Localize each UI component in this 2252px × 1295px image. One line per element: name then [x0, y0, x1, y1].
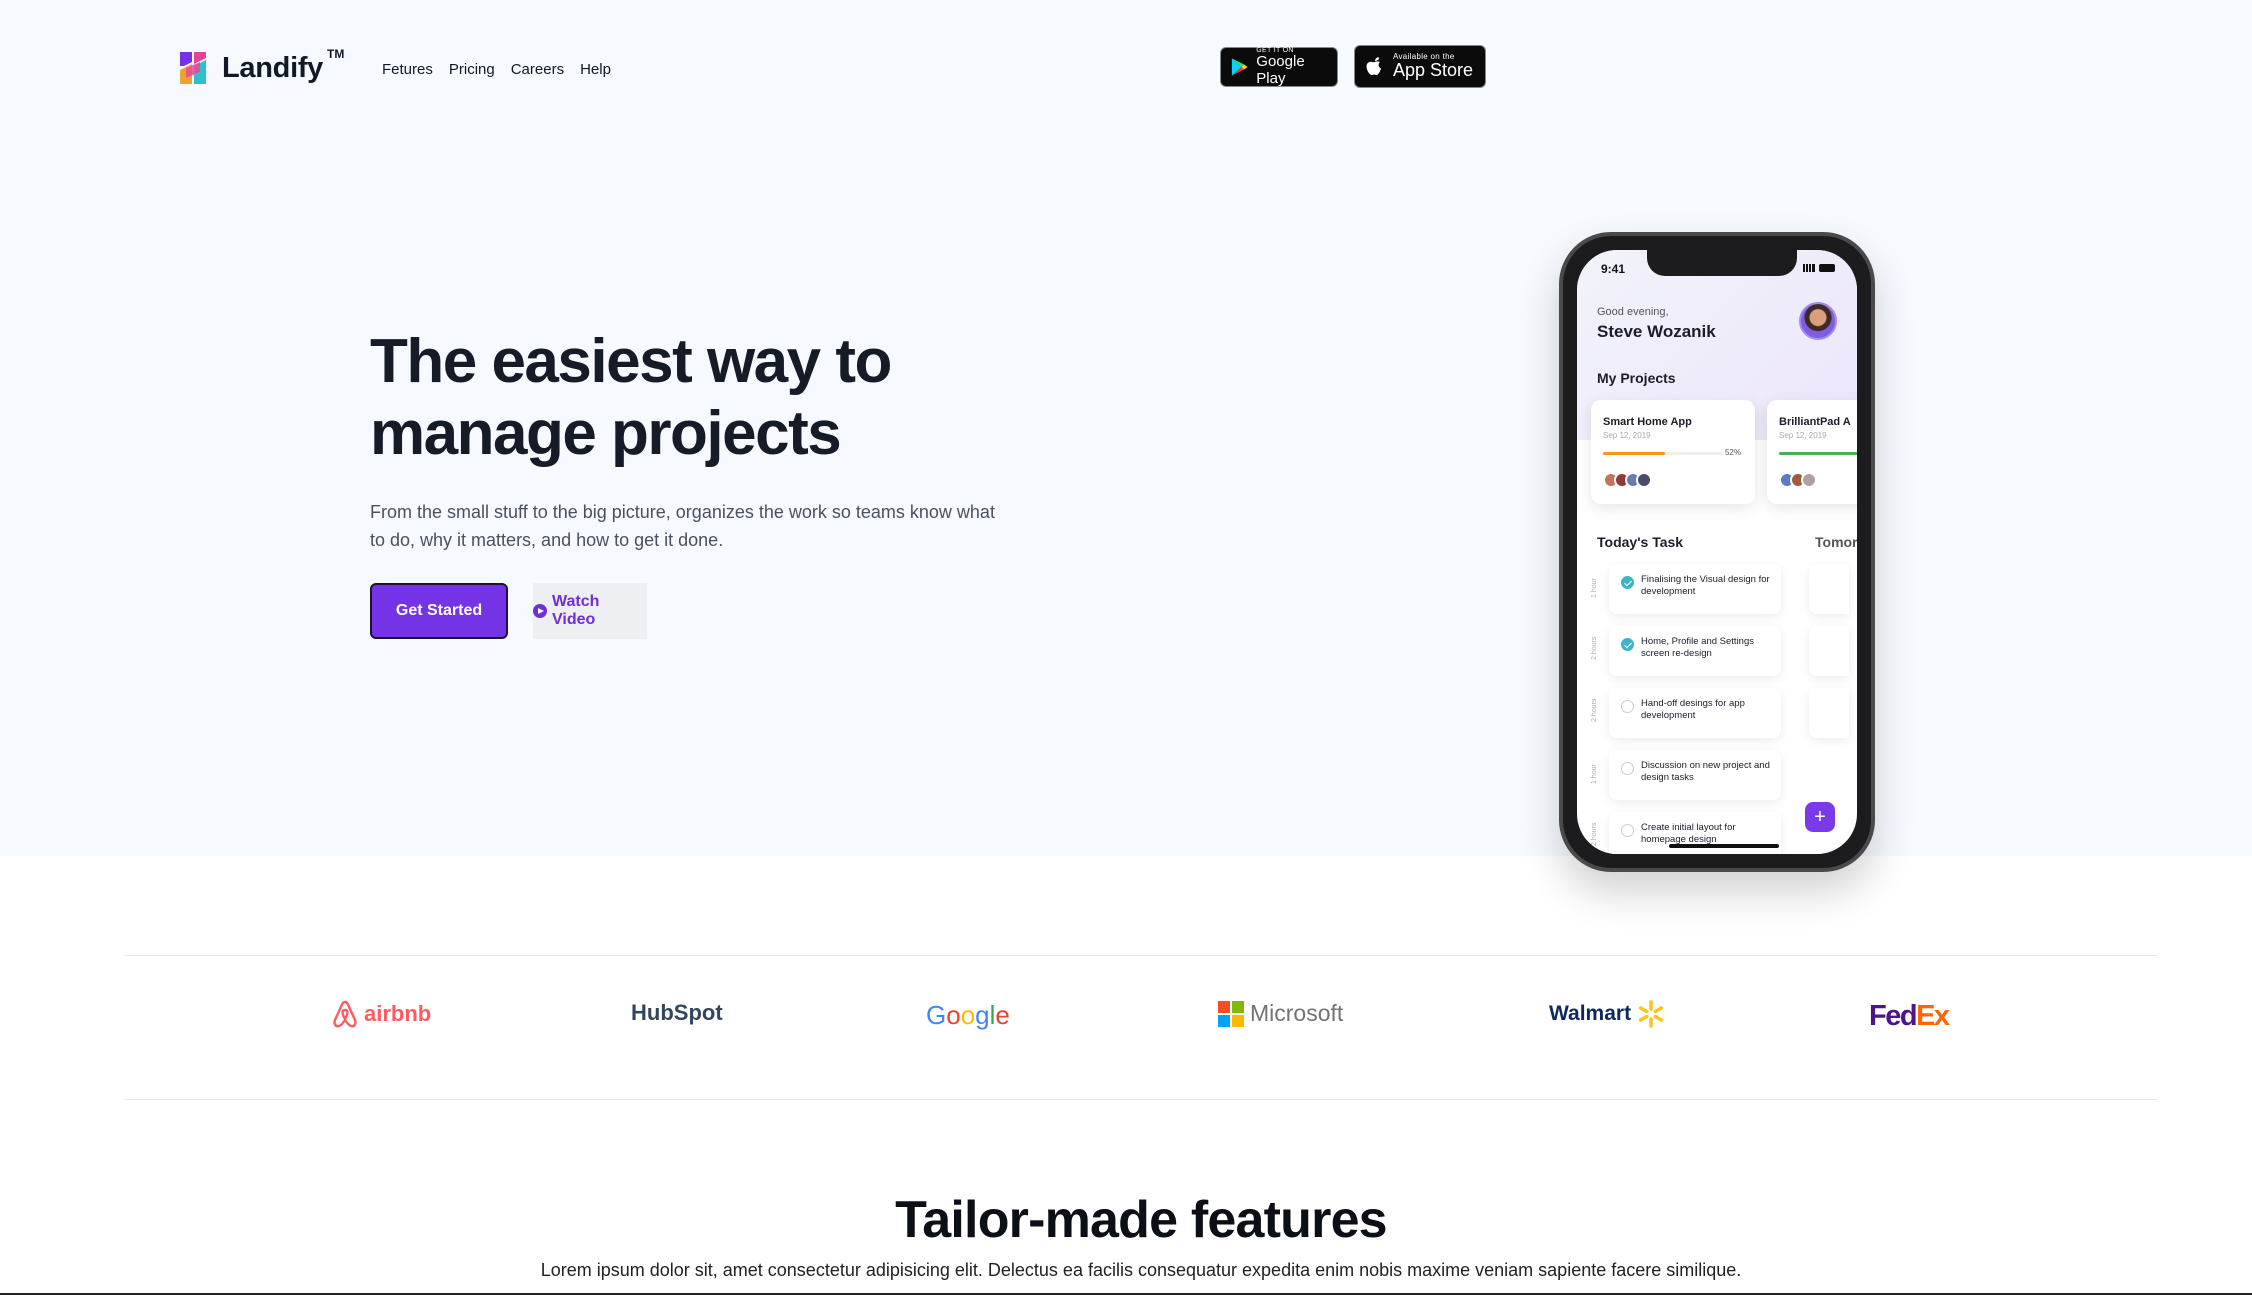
task-checkbox[interactable] — [1621, 576, 1634, 589]
status-time: 9:41 — [1601, 262, 1626, 276]
brand[interactable]: Landify TM — [176, 47, 352, 86]
task-hours: 2 hours — [1591, 822, 1598, 846]
logos-top-divider — [124, 955, 2158, 956]
add-task-button[interactable]: + — [1805, 802, 1835, 832]
project-members — [1779, 472, 1817, 488]
walmart-wordmark: Walmart — [1549, 1002, 1632, 1025]
project-name: BrilliantPad A — [1779, 416, 1851, 428]
tomorrow-title: Tomor — [1815, 534, 1857, 550]
task-text: Hand-off desings for app development — [1641, 698, 1745, 721]
microsoft-logo: Microsoft — [1218, 1000, 1343, 1027]
task-card[interactable]: Home, Profile and Settings screen re-des… — [1609, 626, 1781, 676]
task-card[interactable]: Hand-off desings for app development — [1609, 688, 1781, 738]
nav-link-pricing[interactable]: Pricing — [449, 61, 495, 78]
tomorrow-task-card[interactable] — [1809, 688, 1849, 738]
app-store-button[interactable]: Available on the App Store — [1354, 45, 1486, 88]
watch-video-label: Watch Video — [551, 593, 600, 628]
task-checkbox[interactable] — [1621, 824, 1634, 837]
project-members — [1603, 472, 1652, 488]
microsoft-icon — [1218, 1000, 1244, 1027]
task-text: Home, Profile and Settings screen re-des… — [1641, 636, 1755, 659]
google-play-label: Google Play — [1256, 53, 1305, 87]
task-checkbox[interactable] — [1621, 638, 1634, 651]
microsoft-wordmark: Microsoft — [1250, 1000, 1344, 1026]
nav-link-careers[interactable]: Careers — [511, 61, 564, 78]
main-nav: Fetures Pricing Careers Help — [382, 61, 611, 78]
task-card[interactable]: Discussion on new project and design tas… — [1609, 750, 1781, 800]
hubspot-logo: HubSpot — [631, 1000, 723, 1026]
task-row: 1 hour Discussion on new project and des… — [1591, 750, 1821, 800]
signal-icon — [1803, 264, 1815, 272]
nav-link-help[interactable]: Help — [580, 61, 611, 78]
hubspot-wordmark: HubSpot — [631, 1000, 723, 1025]
nav-link-features[interactable]: Fetures — [382, 61, 433, 78]
project-progress-bar — [1779, 452, 1857, 455]
tomorrow-task-card[interactable] — [1809, 564, 1849, 614]
user-name: Steve Wozanik — [1597, 322, 1716, 341]
walmart-spark-icon — [1638, 1000, 1664, 1028]
tomorrow-task-card[interactable] — [1809, 626, 1849, 676]
features-subtitle: Lorem ipsum dolor sit, amet consectetur … — [540, 1260, 1742, 1280]
airbnb-wordmark: airbnb — [364, 1001, 432, 1026]
task-hours: 1 hour — [1591, 764, 1598, 784]
get-started-button[interactable]: Get Started — [370, 583, 508, 639]
features-title: Tailor-made features — [895, 1191, 1387, 1249]
project-progress-bar — [1603, 452, 1723, 455]
phone-screen: 9:41 Good evening, Steve Wozanik My Proj… — [1577, 250, 1857, 854]
google-wordmark: Google — [926, 1000, 1010, 1030]
task-row: 2 hours Home, Profile and Settings scree… — [1591, 626, 1821, 676]
apple-icon — [1366, 56, 1381, 75]
task-hours: 1 hour — [1591, 578, 1598, 598]
task-hours: 2 hours — [1591, 698, 1598, 722]
google-play-icon — [1231, 58, 1248, 76]
airbnb-logo: airbnb — [332, 1000, 431, 1028]
project-name: Smart Home App — [1603, 416, 1692, 428]
todays-task-title: Today's Task — [1597, 534, 1684, 550]
walmart-logo: Walmart — [1549, 1000, 1665, 1028]
phone-notch — [1647, 250, 1797, 276]
projects-title: My Projects — [1597, 370, 1676, 386]
task-text: Create initial layout for homepage desig… — [1641, 822, 1736, 845]
hero-section — [0, 0, 2252, 856]
google-logo: Google — [926, 1000, 1010, 1031]
task-checkbox[interactable] — [1621, 762, 1634, 775]
fedex-logo: FedEx — [1869, 1000, 1950, 1033]
hero-subcopy: From the small stuff to the big picture,… — [370, 502, 995, 550]
task-card[interactable]: Finalising the Visual design for develop… — [1609, 564, 1781, 614]
app-store-label: App Store — [1393, 59, 1474, 80]
watch-video-button[interactable]: Watch Video — [533, 583, 647, 639]
hero-headline: The easiest way to manage projects — [370, 327, 892, 468]
project-date: Sep 12, 2019 — [1603, 431, 1651, 440]
task-text: Discussion on new project and design tas… — [1641, 760, 1770, 783]
home-indicator — [1669, 844, 1779, 848]
status-icons — [1803, 264, 1835, 272]
google-play-button[interactable]: GET IT ON Google Play — [1220, 47, 1338, 87]
logos-bottom-divider — [124, 1099, 2158, 1100]
task-text: Finalising the Visual design for develop… — [1641, 574, 1770, 597]
landify-logo-icon — [180, 52, 206, 84]
task-row: 1 hour Finalising the Visual design for … — [1591, 564, 1821, 614]
greeting: Good evening, — [1597, 306, 1669, 318]
phone-mockup: 9:41 Good evening, Steve Wozanik My Proj… — [1559, 232, 1875, 872]
brand-trademark: TM — [327, 47, 345, 61]
project-date: Sep 12, 2019 — [1779, 431, 1827, 440]
avatar[interactable] — [1799, 302, 1837, 340]
brand-name: Landify — [222, 51, 324, 84]
task-hours: 2 hours — [1591, 636, 1598, 660]
project-card[interactable]: Smart Home App Sep 12, 2019 52% — [1591, 400, 1755, 504]
fedex-wordmark: FedEx — [1869, 1000, 1950, 1032]
project-card[interactable]: BrilliantPad A Sep 12, 2019 — [1767, 400, 1857, 504]
task-checkbox[interactable] — [1621, 700, 1634, 713]
project-progress-label: 52% — [1724, 448, 1741, 457]
airbnb-icon — [333, 1000, 357, 1028]
play-icon — [533, 604, 547, 618]
battery-icon — [1819, 264, 1835, 272]
task-row: 2 hours Hand-off desings for app develop… — [1591, 688, 1821, 738]
